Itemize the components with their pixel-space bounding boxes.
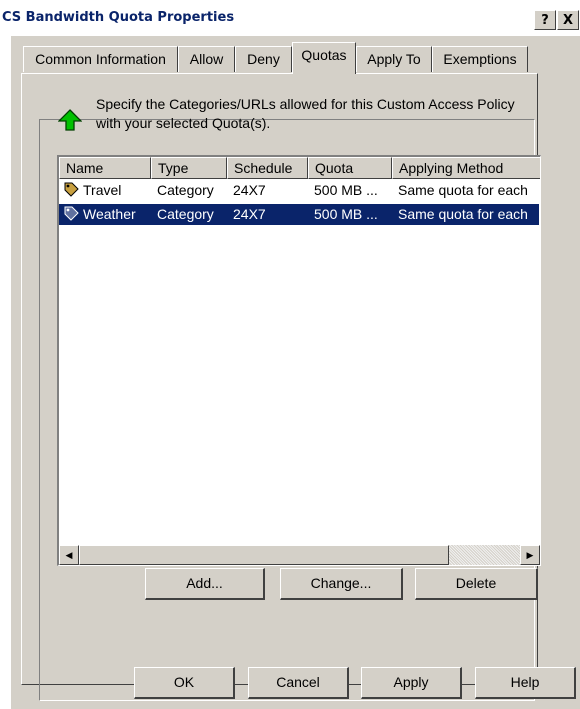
delete-button-label: Delete (455, 575, 497, 591)
delete-button[interactable]: Delete (415, 568, 538, 600)
help-button[interactable]: Help (475, 667, 576, 699)
row-quota: 500 MB ... (314, 182, 378, 198)
tab-common-information[interactable]: Common Information (23, 46, 178, 72)
quota-list[interactable]: Name Type Schedule Quota Applying Method… (57, 155, 541, 566)
tab-exemptions[interactable]: Exemptions (432, 46, 528, 72)
help-caption-button[interactable]: ? (534, 10, 556, 30)
change-button[interactable]: Change... (280, 568, 403, 600)
tab-apply-to[interactable]: Apply To (356, 46, 432, 72)
add-button-label: Add... (186, 575, 223, 591)
panel-description: Specify the Categories/URLs allowed for … (96, 96, 515, 131)
column-header-schedule[interactable]: Schedule (227, 157, 308, 179)
green-up-arrow-icon (57, 108, 83, 132)
column-header-name[interactable]: Name (59, 157, 151, 179)
tab-allow[interactable]: Allow (178, 46, 235, 72)
horizontal-scrollbar[interactable]: ◀ ▶ (59, 545, 540, 565)
row-method: Same quota for each (398, 206, 528, 222)
column-header-quota[interactable]: Quota (308, 157, 392, 179)
title-bar: CS Bandwidth Quota Properties ? X (0, 0, 580, 38)
column-header-type[interactable]: Type (151, 157, 227, 179)
add-button[interactable]: Add... (145, 568, 265, 600)
scroll-right-icon[interactable]: ▶ (520, 545, 540, 565)
cancel-button-label: Cancel (276, 674, 320, 690)
tab-quotas[interactable]: Quotas (292, 42, 356, 74)
row-method: Same quota for each (398, 182, 528, 198)
category-icon (63, 205, 81, 226)
scroll-left-icon[interactable]: ◀ (59, 545, 79, 565)
help-button-label: Help (510, 674, 540, 690)
tab-deny[interactable]: Deny (235, 46, 292, 72)
row-name: Weather (83, 206, 136, 222)
category-icon (63, 181, 81, 202)
row-schedule: 24X7 (233, 182, 266, 198)
close-caption-button[interactable]: X (557, 10, 579, 30)
row-quota: 500 MB ... (314, 206, 378, 222)
scroll-thumb[interactable] (79, 545, 449, 565)
scroll-track[interactable] (79, 545, 520, 565)
change-button-label: Change... (310, 575, 372, 591)
row-type: Category (157, 206, 214, 222)
row-schedule: 24X7 (233, 206, 266, 222)
apply-button-label: Apply (393, 674, 429, 690)
apply-button[interactable]: Apply (361, 667, 462, 699)
cancel-button[interactable]: Cancel (248, 667, 349, 699)
row-name: Travel (83, 182, 122, 198)
window-title: CS Bandwidth Quota Properties (2, 10, 235, 25)
row-type: Category (157, 182, 214, 198)
ok-button-label: OK (173, 674, 195, 690)
list-row-weather[interactable]: Weather Category 24X7 500 MB ... Same qu… (59, 204, 539, 225)
ok-button[interactable]: OK (134, 667, 235, 699)
column-header-applying-method[interactable]: Applying Method (392, 157, 540, 179)
list-row-travel[interactable]: Travel Category 24X7 500 MB ... Same quo… (59, 180, 539, 201)
